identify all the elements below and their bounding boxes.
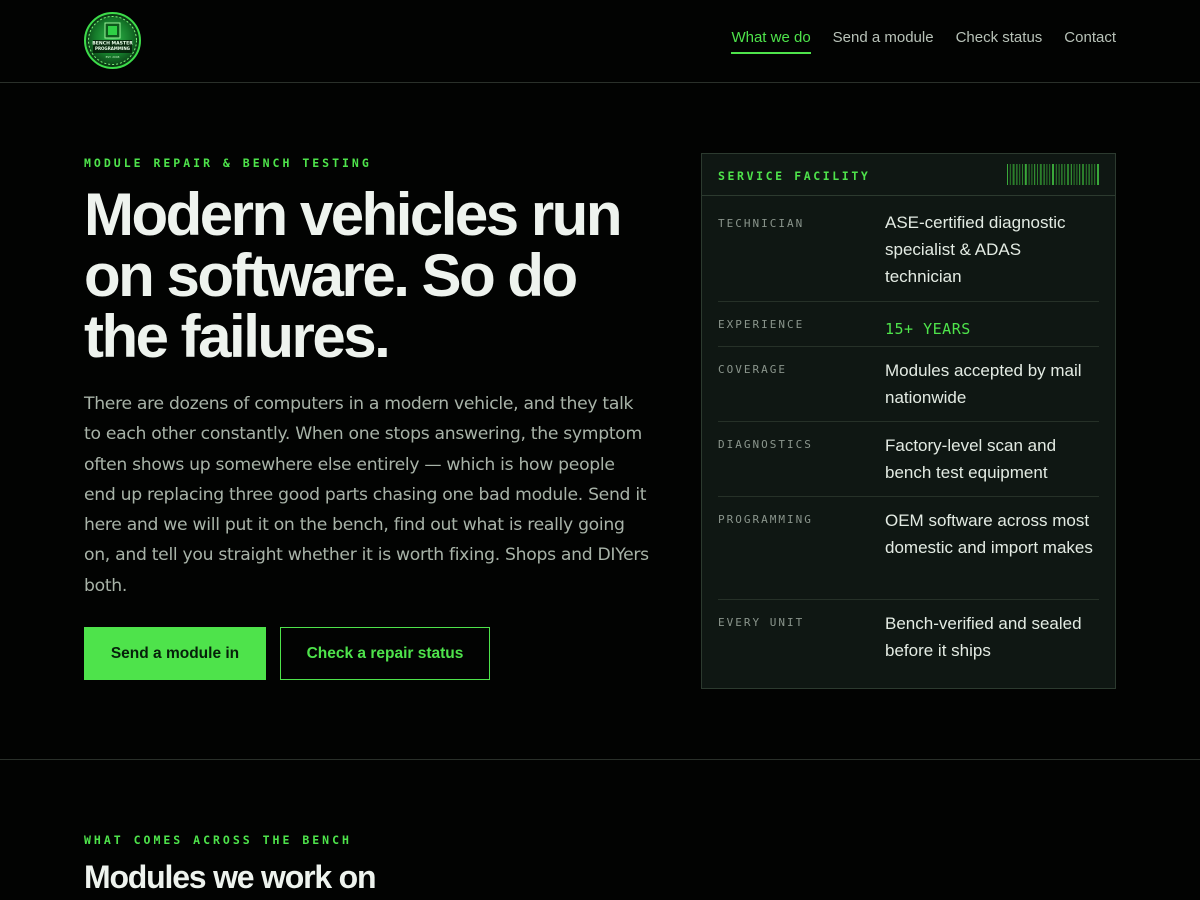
nav-send-a-module[interactable]: Send a module xyxy=(833,29,934,54)
bench-master-logo[interactable]: BENCH MASTER PROGRAMMING EST. 2008 xyxy=(84,12,141,69)
hero-eyebrow: MODULE REPAIR & BENCH TESTING xyxy=(84,156,372,170)
row-label: DIAGNOSTICS xyxy=(718,438,813,451)
row-value: ASE-certified diagnostic specialist & AD… xyxy=(885,213,1066,287)
row-label: EXPERIENCE xyxy=(718,318,805,331)
card-title: SERVICE FACILITY xyxy=(718,169,871,183)
facility-row-every-unit: EVERY UNIT Bench-verified and sealed bef… xyxy=(718,600,1099,690)
modules-title: Modules we work on xyxy=(84,859,377,895)
barcode-icon xyxy=(1007,164,1099,185)
row-label: EVERY UNIT xyxy=(718,616,805,629)
card-header: SERVICE FACILITY xyxy=(702,154,1115,196)
hero-title: Modern vehicles run on software. So do t… xyxy=(84,181,622,370)
row-value: 15+ YEARS xyxy=(885,320,971,338)
row-label: COVERAGE xyxy=(718,363,787,376)
modules-eyebrow: WHAT COMES ACROSS THE BENCH xyxy=(84,833,352,847)
row-label: TECHNICIAN xyxy=(718,217,805,230)
send-module-button[interactable]: Send a module in xyxy=(84,627,266,680)
logo-text-line-3: EST. 2008 xyxy=(106,55,120,59)
facility-row-experience: EXPERIENCE 15+ YEARS xyxy=(718,302,1099,347)
section-divider xyxy=(0,759,1200,760)
main-nav: What we do Send a module Check status Co… xyxy=(731,29,1116,54)
service-facility-card: SERVICE FACILITY TECHNICIAN ASE-certifie… xyxy=(701,153,1116,689)
facility-row-programming: PROGRAMMING OEM software across most dom… xyxy=(718,497,1099,600)
facility-row-coverage: COVERAGE Modules accepted by mail nation… xyxy=(718,347,1099,422)
hero-body: There are dozens of computers in a moder… xyxy=(84,394,649,596)
row-label: PROGRAMMING xyxy=(718,513,813,526)
facility-row-diagnostics: DIAGNOSTICS Factory-level scan and bench… xyxy=(718,422,1099,497)
nav-check-status[interactable]: Check status xyxy=(956,29,1043,54)
check-repair-status-button[interactable]: Check a repair status xyxy=(280,627,490,680)
nav-contact[interactable]: Contact xyxy=(1064,29,1116,54)
row-value: Bench-verified and sealed before it ship… xyxy=(885,614,1082,661)
logo-text-line-2: PROGRAMMING xyxy=(95,46,130,51)
nav-what-we-do[interactable]: What we do xyxy=(731,29,811,54)
row-value: Modules accepted by mail nationwide xyxy=(885,361,1082,408)
facility-row-technician: TECHNICIAN ASE-certified diagnostic spec… xyxy=(718,196,1099,302)
site-header: BENCH MASTER PROGRAMMING EST. 2008 What … xyxy=(0,0,1200,83)
row-value: OEM software across most domestic and im… xyxy=(885,511,1093,558)
row-value: Factory-level scan and bench test equipm… xyxy=(885,436,1057,483)
logo-emblem-icon: BENCH MASTER PROGRAMMING EST. 2008 xyxy=(88,16,137,65)
